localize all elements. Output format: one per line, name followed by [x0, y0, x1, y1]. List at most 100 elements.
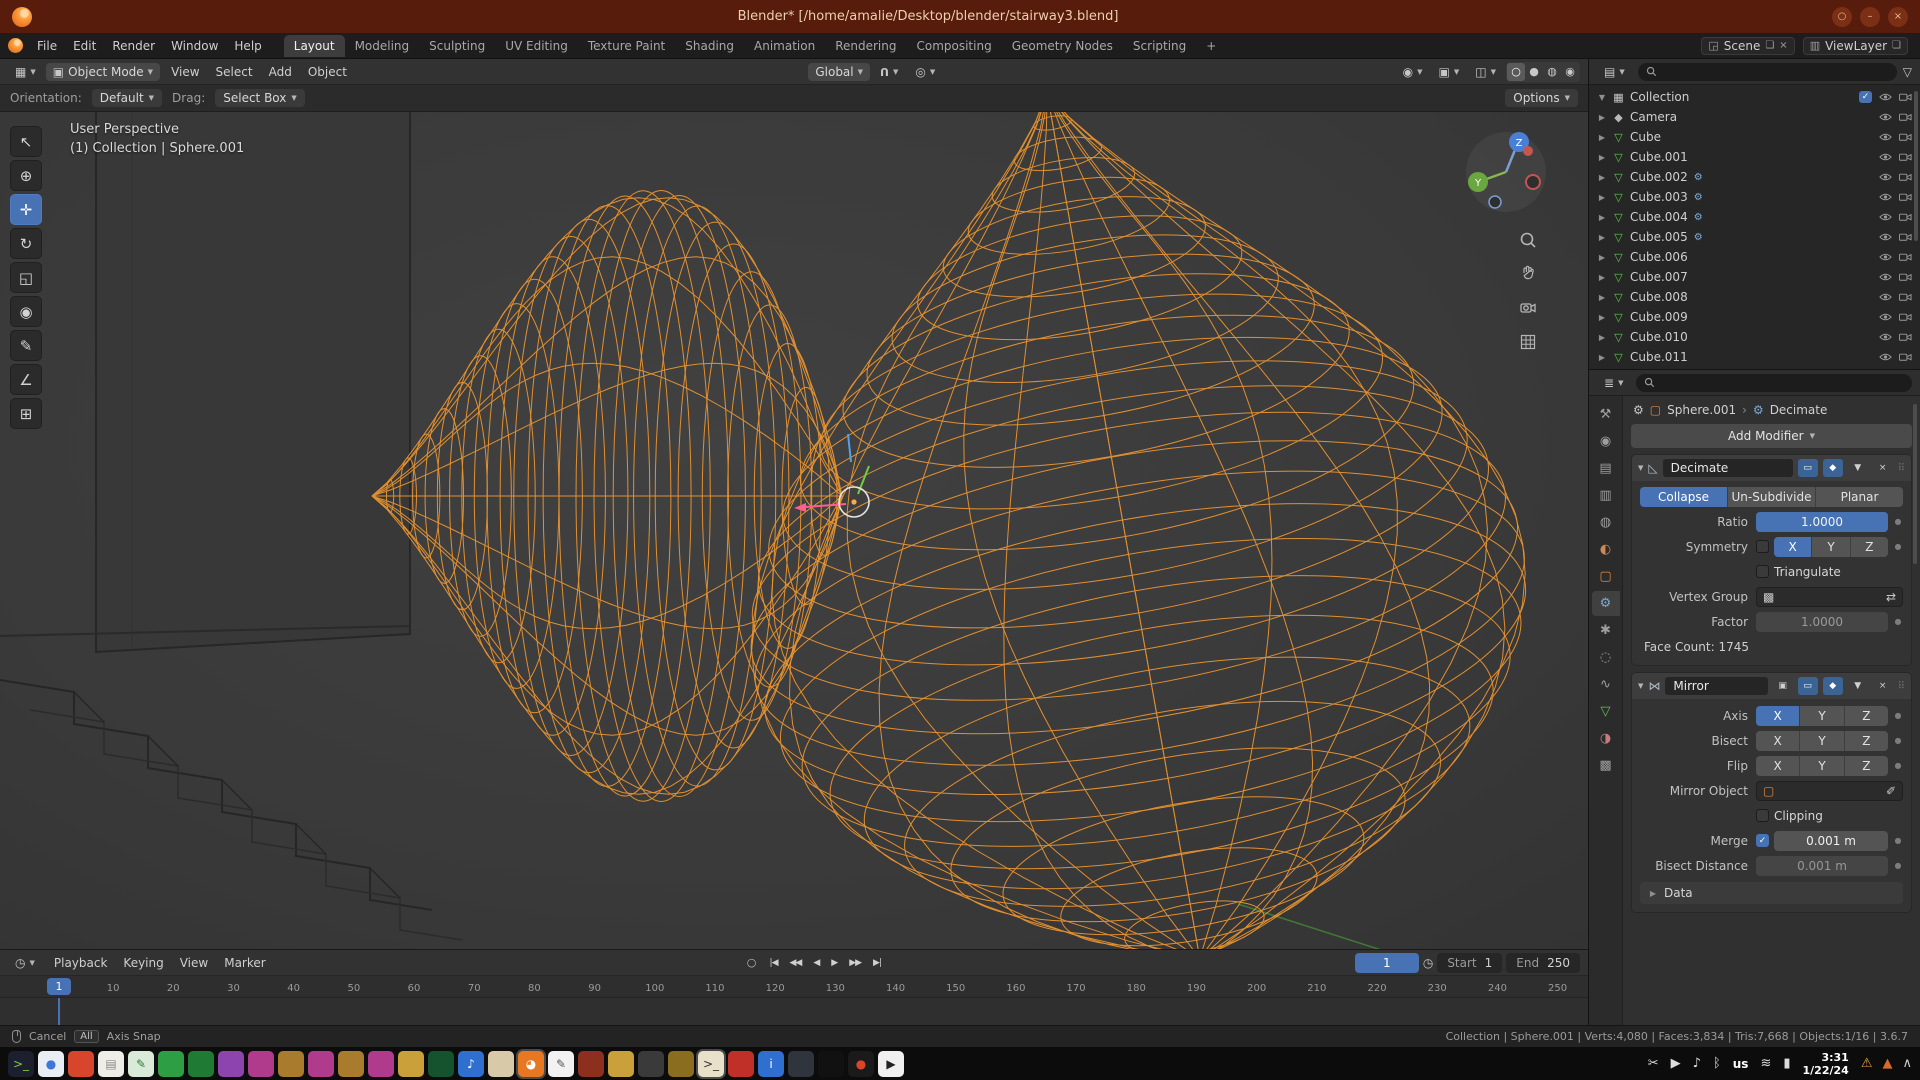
add-modifier-button[interactable]: Add Modifier▼ [1631, 424, 1912, 448]
expand-icon[interactable]: ▶ [1597, 233, 1607, 242]
axis-button[interactable]: Z [1845, 756, 1888, 776]
menu-item[interactable]: Help [226, 36, 269, 56]
camera-restrict-icon[interactable] [1899, 192, 1912, 202]
properties-tab[interactable]: ▩ [1592, 753, 1620, 778]
taskbar-app-icon[interactable] [578, 1051, 604, 1077]
eyedropper-icon[interactable]: ✐ [1886, 784, 1896, 798]
remove-modifier-button[interactable]: × [1873, 677, 1893, 695]
ratio-slider[interactable]: 1.0000 [1756, 512, 1888, 532]
transform-orientation-dropdown[interactable]: Global▼ [808, 63, 870, 81]
outliner-row[interactable]: ▶ ▽ Cube.007 ⚙ [1589, 267, 1920, 287]
modifier-name-field[interactable]: Mirror [1665, 677, 1767, 695]
camera-restrict-icon[interactable] [1899, 92, 1912, 102]
timeline-menu-item[interactable]: Playback [46, 953, 116, 973]
timeline-menu-item[interactable]: Marker [216, 953, 273, 973]
tray-icon[interactable]: us [1733, 1057, 1749, 1071]
blender-menu-icon[interactable] [8, 38, 23, 53]
camera-restrict-icon[interactable] [1899, 132, 1912, 142]
taskbar-app-icon[interactable]: ● [848, 1051, 874, 1077]
eye-icon[interactable] [1879, 152, 1892, 162]
camera-restrict-icon[interactable] [1899, 312, 1912, 322]
axis-button[interactable]: Y [1812, 537, 1850, 557]
scene-unlink-button[interactable]: × [1779, 40, 1787, 51]
eye-icon[interactable] [1879, 272, 1892, 282]
modifier-extras-menu[interactable]: ▼ [1848, 459, 1868, 477]
viewport-toggle-button[interactable]: ◫▼ [1468, 63, 1503, 81]
shading-mode-button[interactable]: ○ [1507, 63, 1525, 81]
expand-icon[interactable]: ▼ [1597, 93, 1607, 102]
drag-handle[interactable]: ⠿ [1898, 681, 1905, 692]
axis-button[interactable]: Y [1800, 731, 1844, 751]
tray-icon[interactable]: ᛒ [1713, 1056, 1721, 1071]
taskbar-app-icon[interactable]: >_ [698, 1051, 724, 1077]
taskbar-app-icon[interactable] [488, 1051, 514, 1077]
taskbar-app-icon[interactable] [188, 1051, 214, 1077]
camera-restrict-icon[interactable] [1899, 252, 1912, 262]
taskbar-app-icon[interactable] [248, 1051, 274, 1077]
outliner-row[interactable]: ▶ ▽ Cube.011 ⚙ [1589, 347, 1920, 367]
taskbar-app-icon[interactable] [728, 1051, 754, 1077]
properties-tab[interactable]: ◌ [1592, 645, 1620, 670]
tray-status-icon[interactable]: ▲ [1882, 1056, 1892, 1071]
zoom-icon[interactable] [1518, 230, 1538, 250]
taskbar-app-icon[interactable] [638, 1051, 664, 1077]
outliner-row[interactable]: ▶ ▽ Cube.001 ⚙ [1589, 147, 1920, 167]
remove-modifier-button[interactable]: × [1873, 459, 1893, 477]
taskbar-app-icon[interactable]: ● [38, 1051, 64, 1077]
outliner-row[interactable]: ▶ ▽ Cube.008 ⚙ [1589, 287, 1920, 307]
toolbar-tool-button[interactable]: ◱ [10, 262, 42, 293]
eye-icon[interactable] [1879, 332, 1892, 342]
toolbar-tool-button[interactable]: ✎ [10, 330, 42, 361]
properties-tab[interactable]: ∿ [1592, 672, 1620, 697]
collection-checkbox[interactable]: ✓ [1859, 91, 1872, 103]
window-close-button[interactable]: × [1888, 7, 1908, 27]
outliner-editor-type-button[interactable]: ▤▼ [1597, 63, 1632, 81]
animate-dot[interactable]: ● [1893, 861, 1903, 870]
auto-keying-toggle[interactable]: ○ [743, 954, 761, 972]
expand-toggle[interactable]: ▼ [1638, 464, 1643, 472]
workspace-tab[interactable]: Layout [284, 35, 345, 57]
frame-end-field[interactable]: End250 [1506, 953, 1580, 973]
camera-restrict-icon[interactable] [1899, 232, 1912, 242]
display-render-toggle[interactable]: ◆ [1823, 677, 1843, 695]
properties-search-input[interactable] [1636, 374, 1912, 392]
workspace-tab[interactable]: Sculpting [419, 35, 495, 57]
clipping-checkbox[interactable] [1756, 809, 1769, 822]
breadcrumb-object[interactable]: Sphere.001 [1667, 403, 1736, 417]
shading-mode-button[interactable]: ● [1525, 63, 1543, 81]
tray-icon[interactable]: ✂ [1648, 1056, 1659, 1071]
camera-restrict-icon[interactable] [1899, 212, 1912, 222]
timeline-ruler[interactable]: 1020304050607080901001101201301401501601… [0, 976, 1588, 998]
workspace-tab[interactable]: Geometry Nodes [1002, 35, 1123, 57]
drag-dropdown[interactable]: Select Box▼ [215, 89, 305, 107]
properties-tab[interactable]: ▤ [1592, 456, 1620, 481]
viewport-3d[interactable]: User Perspective (1) Collection | Sphere… [0, 112, 1588, 949]
viewport-toggle-button[interactable]: ▣▼ [1432, 63, 1467, 81]
vertex-group-field[interactable]: ▩ ⇄ [1756, 587, 1903, 607]
toolbar-tool-button[interactable]: ∠ [10, 364, 42, 395]
eye-icon[interactable] [1879, 192, 1892, 202]
eye-icon[interactable] [1879, 172, 1892, 182]
axis-button[interactable]: Z [1851, 537, 1888, 557]
scene-selector[interactable]: ◲ Scene ❏ × [1701, 37, 1794, 55]
merge-threshold-field[interactable]: 0.001 m [1774, 831, 1888, 851]
properties-tab[interactable]: ▥ [1592, 483, 1620, 508]
taskbar-app-icon[interactable]: ✎ [128, 1051, 154, 1077]
properties-tab[interactable]: ⚙ [1592, 591, 1620, 616]
display-editmode-toggle[interactable]: ▣ [1773, 677, 1793, 695]
merge-checkbox[interactable]: ✓ [1756, 834, 1769, 847]
workspace-tab[interactable]: Modeling [345, 35, 420, 57]
outliner-row[interactable]: ▶ ▽ Cube.004 ⚙ [1589, 207, 1920, 227]
current-frame-field[interactable]: 1 [1355, 953, 1419, 973]
expand-icon[interactable]: ▶ [1597, 333, 1607, 342]
toolbar-tool-button[interactable]: ◉ [10, 296, 42, 327]
data-subpanel-header[interactable]: ▶ Data [1640, 882, 1903, 904]
transport-button[interactable]: ◀ [808, 956, 824, 970]
viewport-menu-item[interactable]: View [163, 62, 207, 82]
animate-dot[interactable]: ● [1893, 711, 1903, 720]
outliner-row[interactable]: ▶ ▽ Cube.010 ⚙ [1589, 327, 1920, 347]
properties-tab[interactable]: ▽ [1592, 699, 1620, 724]
transport-button[interactable]: ▶ [826, 956, 842, 970]
eye-icon[interactable] [1879, 352, 1892, 362]
outliner-row[interactable]: ▶ ▽ Cube.002 ⚙ [1589, 167, 1920, 187]
